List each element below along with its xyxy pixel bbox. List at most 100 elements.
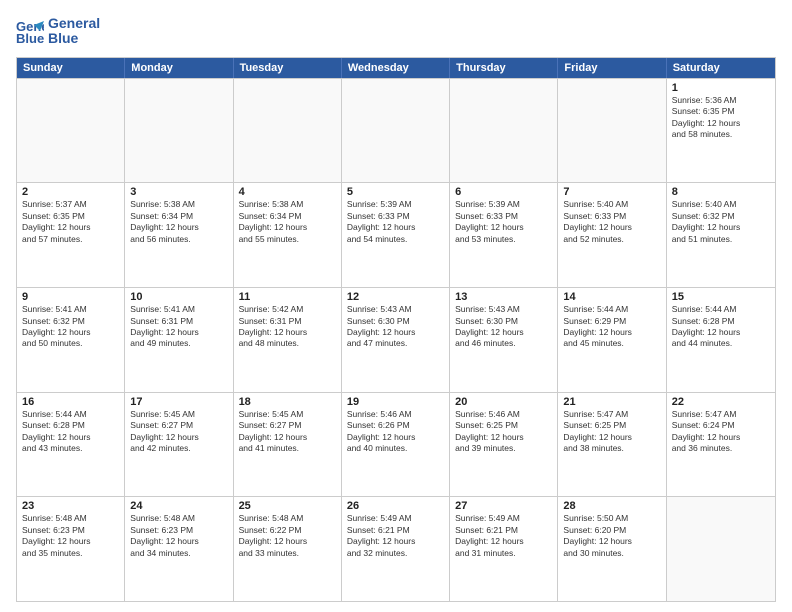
calendar-cell: 2Sunrise: 5:37 AM Sunset: 6:35 PM Daylig… [17, 183, 125, 287]
calendar-cell: 11Sunrise: 5:42 AM Sunset: 6:31 PM Dayli… [234, 288, 342, 392]
calendar-body: 1Sunrise: 5:36 AM Sunset: 6:35 PM Daylig… [17, 78, 775, 601]
calendar-cell: 10Sunrise: 5:41 AM Sunset: 6:31 PM Dayli… [125, 288, 233, 392]
day-number: 14 [563, 291, 660, 303]
calendar-cell: 28Sunrise: 5:50 AM Sunset: 6:20 PM Dayli… [558, 497, 666, 601]
header-day-sunday: Sunday [17, 58, 125, 78]
cell-info: Sunrise: 5:43 AM Sunset: 6:30 PM Dayligh… [455, 304, 552, 350]
calendar-cell: 7Sunrise: 5:40 AM Sunset: 6:33 PM Daylig… [558, 183, 666, 287]
calendar-cell: 9Sunrise: 5:41 AM Sunset: 6:32 PM Daylig… [17, 288, 125, 392]
calendar-cell: 12Sunrise: 5:43 AM Sunset: 6:30 PM Dayli… [342, 288, 450, 392]
day-number: 22 [672, 396, 770, 408]
calendar-row-1: 1Sunrise: 5:36 AM Sunset: 6:35 PM Daylig… [17, 78, 775, 183]
calendar-row-5: 23Sunrise: 5:48 AM Sunset: 6:23 PM Dayli… [17, 496, 775, 601]
cell-info: Sunrise: 5:39 AM Sunset: 6:33 PM Dayligh… [455, 199, 552, 245]
logo-icon: General Blue [16, 17, 44, 45]
calendar-cell [234, 79, 342, 183]
cell-info: Sunrise: 5:46 AM Sunset: 6:25 PM Dayligh… [455, 409, 552, 455]
calendar-cell [342, 79, 450, 183]
day-number: 24 [130, 500, 227, 512]
day-number: 7 [563, 186, 660, 198]
calendar-cell: 23Sunrise: 5:48 AM Sunset: 6:23 PM Dayli… [17, 497, 125, 601]
day-number: 9 [22, 291, 119, 303]
day-number: 16 [22, 396, 119, 408]
svg-text:Blue: Blue [16, 31, 44, 45]
cell-info: Sunrise: 5:44 AM Sunset: 6:28 PM Dayligh… [22, 409, 119, 455]
header-day-friday: Friday [558, 58, 666, 78]
page: General Blue General Blue SundayMondayTu… [0, 0, 792, 612]
day-number: 25 [239, 500, 336, 512]
header: General Blue General Blue [16, 16, 776, 47]
calendar-cell: 5Sunrise: 5:39 AM Sunset: 6:33 PM Daylig… [342, 183, 450, 287]
cell-info: Sunrise: 5:48 AM Sunset: 6:22 PM Dayligh… [239, 513, 336, 559]
calendar-cell: 16Sunrise: 5:44 AM Sunset: 6:28 PM Dayli… [17, 393, 125, 497]
calendar-row-2: 2Sunrise: 5:37 AM Sunset: 6:35 PM Daylig… [17, 182, 775, 287]
day-number: 5 [347, 186, 444, 198]
day-number: 15 [672, 291, 770, 303]
cell-info: Sunrise: 5:43 AM Sunset: 6:30 PM Dayligh… [347, 304, 444, 350]
calendar-cell: 15Sunrise: 5:44 AM Sunset: 6:28 PM Dayli… [667, 288, 775, 392]
day-number: 21 [563, 396, 660, 408]
calendar-cell: 13Sunrise: 5:43 AM Sunset: 6:30 PM Dayli… [450, 288, 558, 392]
calendar-header: SundayMondayTuesdayWednesdayThursdayFrid… [17, 58, 775, 78]
calendar-cell [667, 497, 775, 601]
day-number: 11 [239, 291, 336, 303]
cell-info: Sunrise: 5:42 AM Sunset: 6:31 PM Dayligh… [239, 304, 336, 350]
calendar-cell: 17Sunrise: 5:45 AM Sunset: 6:27 PM Dayli… [125, 393, 233, 497]
cell-info: Sunrise: 5:49 AM Sunset: 6:21 PM Dayligh… [347, 513, 444, 559]
logo-text: General Blue [48, 16, 100, 47]
day-number: 26 [347, 500, 444, 512]
day-number: 3 [130, 186, 227, 198]
cell-info: Sunrise: 5:38 AM Sunset: 6:34 PM Dayligh… [130, 199, 227, 245]
day-number: 27 [455, 500, 552, 512]
cell-info: Sunrise: 5:40 AM Sunset: 6:33 PM Dayligh… [563, 199, 660, 245]
calendar-cell: 19Sunrise: 5:46 AM Sunset: 6:26 PM Dayli… [342, 393, 450, 497]
logo: General Blue General Blue [16, 16, 100, 47]
cell-info: Sunrise: 5:40 AM Sunset: 6:32 PM Dayligh… [672, 199, 770, 245]
cell-info: Sunrise: 5:48 AM Sunset: 6:23 PM Dayligh… [130, 513, 227, 559]
day-number: 12 [347, 291, 444, 303]
calendar-cell [450, 79, 558, 183]
cell-info: Sunrise: 5:47 AM Sunset: 6:25 PM Dayligh… [563, 409, 660, 455]
cell-info: Sunrise: 5:44 AM Sunset: 6:28 PM Dayligh… [672, 304, 770, 350]
day-number: 10 [130, 291, 227, 303]
day-number: 13 [455, 291, 552, 303]
calendar-cell: 18Sunrise: 5:45 AM Sunset: 6:27 PM Dayli… [234, 393, 342, 497]
cell-info: Sunrise: 5:39 AM Sunset: 6:33 PM Dayligh… [347, 199, 444, 245]
header-day-monday: Monday [125, 58, 233, 78]
calendar-cell: 14Sunrise: 5:44 AM Sunset: 6:29 PM Dayli… [558, 288, 666, 392]
calendar: SundayMondayTuesdayWednesdayThursdayFrid… [16, 57, 776, 602]
calendar-cell: 25Sunrise: 5:48 AM Sunset: 6:22 PM Dayli… [234, 497, 342, 601]
calendar-cell: 3Sunrise: 5:38 AM Sunset: 6:34 PM Daylig… [125, 183, 233, 287]
day-number: 19 [347, 396, 444, 408]
calendar-cell: 20Sunrise: 5:46 AM Sunset: 6:25 PM Dayli… [450, 393, 558, 497]
header-day-wednesday: Wednesday [342, 58, 450, 78]
calendar-row-4: 16Sunrise: 5:44 AM Sunset: 6:28 PM Dayli… [17, 392, 775, 497]
cell-info: Sunrise: 5:41 AM Sunset: 6:32 PM Dayligh… [22, 304, 119, 350]
calendar-cell [558, 79, 666, 183]
calendar-cell: 24Sunrise: 5:48 AM Sunset: 6:23 PM Dayli… [125, 497, 233, 601]
cell-info: Sunrise: 5:48 AM Sunset: 6:23 PM Dayligh… [22, 513, 119, 559]
cell-info: Sunrise: 5:38 AM Sunset: 6:34 PM Dayligh… [239, 199, 336, 245]
cell-info: Sunrise: 5:45 AM Sunset: 6:27 PM Dayligh… [130, 409, 227, 455]
cell-info: Sunrise: 5:47 AM Sunset: 6:24 PM Dayligh… [672, 409, 770, 455]
day-number: 4 [239, 186, 336, 198]
day-number: 18 [239, 396, 336, 408]
header-day-thursday: Thursday [450, 58, 558, 78]
calendar-cell: 4Sunrise: 5:38 AM Sunset: 6:34 PM Daylig… [234, 183, 342, 287]
cell-info: Sunrise: 5:37 AM Sunset: 6:35 PM Dayligh… [22, 199, 119, 245]
cell-info: Sunrise: 5:46 AM Sunset: 6:26 PM Dayligh… [347, 409, 444, 455]
header-day-tuesday: Tuesday [234, 58, 342, 78]
calendar-cell: 27Sunrise: 5:49 AM Sunset: 6:21 PM Dayli… [450, 497, 558, 601]
calendar-cell [17, 79, 125, 183]
calendar-cell: 22Sunrise: 5:47 AM Sunset: 6:24 PM Dayli… [667, 393, 775, 497]
cell-info: Sunrise: 5:36 AM Sunset: 6:35 PM Dayligh… [672, 95, 770, 141]
day-number: 8 [672, 186, 770, 198]
day-number: 1 [672, 82, 770, 94]
calendar-cell: 26Sunrise: 5:49 AM Sunset: 6:21 PM Dayli… [342, 497, 450, 601]
calendar-cell [125, 79, 233, 183]
cell-info: Sunrise: 5:50 AM Sunset: 6:20 PM Dayligh… [563, 513, 660, 559]
calendar-row-3: 9Sunrise: 5:41 AM Sunset: 6:32 PM Daylig… [17, 287, 775, 392]
calendar-cell: 8Sunrise: 5:40 AM Sunset: 6:32 PM Daylig… [667, 183, 775, 287]
header-day-saturday: Saturday [667, 58, 775, 78]
cell-info: Sunrise: 5:45 AM Sunset: 6:27 PM Dayligh… [239, 409, 336, 455]
